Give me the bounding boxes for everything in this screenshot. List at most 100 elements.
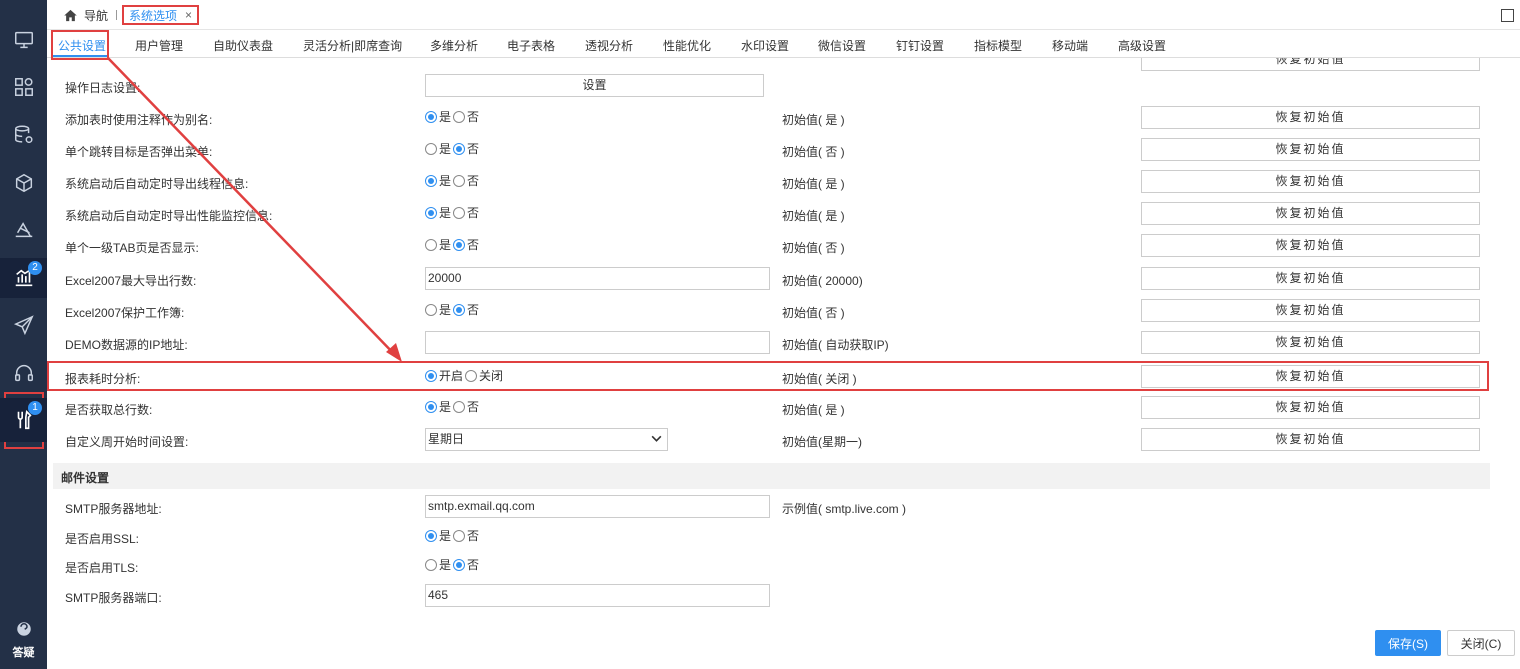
subnav-public-settings[interactable]: 公共设置 xyxy=(58,37,106,54)
smtp-port-input[interactable]: 465 xyxy=(425,584,770,607)
restore-button[interactable]: 恢复初始值 xyxy=(1141,299,1480,322)
settings-row: 系统启动后自动定时导出线程信息: 是否 初始值( 是 ) 恢复初始值 xyxy=(47,166,1500,198)
row-label: 添加表时使用注释作为别名: xyxy=(65,113,213,127)
row-label: 操作日志设置: xyxy=(65,81,141,95)
radio-no[interactable]: 否 xyxy=(453,527,479,544)
initial-value: 初始值( 自动获取IP) xyxy=(782,338,889,352)
subnav-watermark[interactable]: 水印设置 xyxy=(741,37,789,54)
home-tab-label: 导航 xyxy=(84,9,109,23)
subnav-wechat[interactable]: 微信设置 xyxy=(818,37,866,54)
settings-row: 是否启用TLS: 是否 xyxy=(47,550,1500,582)
dashboard-grid-icon[interactable] xyxy=(0,67,47,107)
cube-icon[interactable] xyxy=(0,163,47,203)
initial-value: 初始值( 否 ) xyxy=(782,145,845,159)
radio-no[interactable]: 否 xyxy=(453,556,479,573)
layers-icon[interactable] xyxy=(0,210,47,250)
demo-ip-input[interactable] xyxy=(425,331,770,354)
settings-row: Excel2007最大导出行数: 20000 初始值( 20000) 恢复初始值 xyxy=(47,263,1500,295)
radio-yes[interactable]: 是 xyxy=(425,236,451,253)
database-gear-icon[interactable] xyxy=(0,115,47,155)
settings-row: SMTP服务器地址: smtp.exmail.qq.com 示例值( smtp.… xyxy=(47,491,1500,523)
radio-yes[interactable]: 是 xyxy=(425,301,451,318)
restore-button[interactable]: 恢复初始值 xyxy=(1141,365,1480,388)
initial-value: 初始值( 否 ) xyxy=(782,241,845,255)
excel-max-rows-input[interactable]: 20000 xyxy=(425,267,770,290)
restore-button[interactable]: 恢复初始值 xyxy=(1141,234,1480,257)
subnav-advanced[interactable]: 高级设置 xyxy=(1118,37,1166,54)
row-label: Excel2007保护工作簿: xyxy=(65,306,185,320)
subnav-performance[interactable]: 性能优化 xyxy=(663,37,711,54)
radio-yes[interactable]: 是 xyxy=(425,556,451,573)
radio-no[interactable]: 否 xyxy=(453,108,479,125)
row-label: 单个一级TAB页是否显示: xyxy=(65,241,199,255)
row-label: 单个跳转目标是否弹出菜单: xyxy=(65,145,213,159)
radio-yes[interactable]: 是 xyxy=(425,172,451,189)
radio-no[interactable]: 否 xyxy=(453,204,479,221)
restore-button[interactable]: 恢复初始值 xyxy=(1141,428,1480,451)
monitor-icon[interactable] xyxy=(0,20,47,60)
row-label: SMTP服务器地址: xyxy=(65,502,162,516)
radio-yes[interactable]: 是 xyxy=(425,204,451,221)
paper-plane-icon[interactable] xyxy=(0,305,47,345)
week-start-select[interactable]: 星期日 xyxy=(425,428,668,451)
headset-icon[interactable] xyxy=(0,353,47,393)
radio-no[interactable]: 否 xyxy=(453,398,479,415)
restore-button[interactable]: 恢复初始值 xyxy=(1141,202,1480,225)
restore-button[interactable]: 恢复初始值 xyxy=(1141,267,1480,290)
restore-button[interactable]: 恢复初始值 xyxy=(1141,170,1480,193)
settings-row: DEMO数据源的IP地址: 初始值( 自动获取IP) 恢复初始值 xyxy=(47,327,1500,359)
subnav-self-service-dashboard[interactable]: 自助仪表盘 xyxy=(213,37,273,54)
tab-system-options[interactable]: 系统选项 × xyxy=(122,5,200,25)
close-button[interactable]: 关闭(C) xyxy=(1447,630,1515,656)
week-start-value: 星期日 xyxy=(428,432,465,446)
tools-icon[interactable]: 1 xyxy=(0,398,47,442)
left-sidebar: 2 1 答疑 xyxy=(0,0,47,669)
log-settings-button[interactable]: 设置 xyxy=(425,74,764,97)
subnav-metric-model[interactable]: 指标模型 xyxy=(974,37,1022,54)
settings-row: 单个跳转目标是否弹出菜单: 是否 初始值( 否 ) 恢复初始值 xyxy=(47,134,1500,166)
radio-on[interactable]: 开启 xyxy=(425,367,463,384)
help-button[interactable]: 答疑 xyxy=(0,620,47,660)
row-label: 是否获取总行数: xyxy=(65,403,153,417)
smtp-server-input[interactable]: smtp.exmail.qq.com xyxy=(425,495,770,518)
radio-yes[interactable]: 是 xyxy=(425,108,451,125)
restore-button[interactable]: 恢复初始值 xyxy=(1141,106,1480,129)
radio-yes[interactable]: 是 xyxy=(425,527,451,544)
restore-button[interactable]: 恢复初始值 xyxy=(1141,331,1480,354)
settings-row: 是否获取总行数: 是否 初始值( 是 ) 恢复初始值 xyxy=(47,392,1500,424)
subnav-flexible-analysis[interactable]: 灵活分析|即席查询 xyxy=(303,37,402,54)
subnav-mobile[interactable]: 移动端 xyxy=(1052,37,1088,54)
radio-no[interactable]: 否 xyxy=(453,236,479,253)
tab-system-options-label: 系统选项 xyxy=(129,8,178,23)
radio-yes[interactable]: 是 xyxy=(425,140,451,157)
radio-no[interactable]: 否 xyxy=(453,172,479,189)
subnav-spreadsheet[interactable]: 电子表格 xyxy=(507,37,555,54)
active-tab-underline xyxy=(53,55,107,57)
maximize-icon[interactable] xyxy=(1501,9,1514,22)
subnav-dingtalk[interactable]: 钉钉设置 xyxy=(896,37,944,54)
radio-off[interactable]: 关闭 xyxy=(465,367,503,384)
row-label: SMTP服务器端口: xyxy=(65,591,162,605)
radio-yes[interactable]: 是 xyxy=(425,398,451,415)
example-value: 示例值( smtp.live.com ) xyxy=(782,502,907,516)
subnav-pivot[interactable]: 透视分析 xyxy=(585,37,633,54)
save-button[interactable]: 保存(S) xyxy=(1375,630,1441,656)
initial-value: 初始值( 是 ) xyxy=(782,209,845,223)
subnav-multidimensional[interactable]: 多维分析 xyxy=(430,37,478,54)
initial-value: 初始值(星期一) xyxy=(782,435,862,449)
mail-section-title: 邮件设置 xyxy=(61,471,110,485)
help-label: 答疑 xyxy=(12,647,35,659)
initial-value: 初始值( 是 ) xyxy=(782,113,845,127)
settings-row: 系统启动后自动定时导出性能监控信息: 是否 初始值( 是 ) 恢复初始值 xyxy=(47,198,1500,230)
content-scrollbar[interactable] xyxy=(1500,58,1520,618)
settings-row: Excel2007保护工作簿: 是否 初始值( 否 ) 恢复初始值 xyxy=(47,295,1500,327)
home-tab[interactable]: 导航 xyxy=(63,7,108,24)
restore-button[interactable]: 恢复初始值 xyxy=(1141,396,1480,419)
close-tab-icon[interactable]: × xyxy=(185,8,192,22)
radio-no[interactable]: 否 xyxy=(453,140,479,157)
row-label: Excel2007最大导出行数: xyxy=(65,274,197,288)
analysis-chart-icon[interactable]: 2 xyxy=(0,258,47,298)
subnav-user-management[interactable]: 用户管理 xyxy=(135,37,183,54)
restore-button[interactable]: 恢复初始值 xyxy=(1141,138,1480,161)
radio-no[interactable]: 否 xyxy=(453,301,479,318)
